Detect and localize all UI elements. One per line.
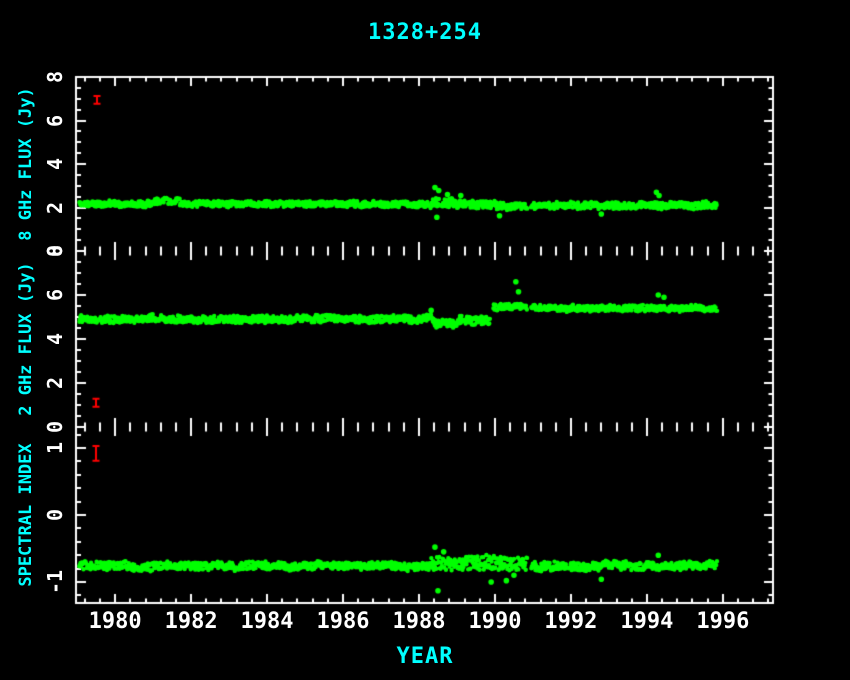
x-tick-label: 1990 [468,609,521,634]
y-tick-label: -1 [43,570,67,594]
x-tick-label: 1984 [241,609,294,634]
y-tick-label: 2 [43,377,67,389]
y-tick-label: 1 [43,442,67,454]
y-tick-label: 6 [43,289,67,301]
x-tick-label: 1982 [165,609,218,634]
plot-title: 1328+254 [0,20,850,45]
y-tick-label: 8 [43,71,67,83]
x-tick-label: 1992 [544,609,597,634]
x-tick-label: 1988 [392,609,445,634]
y-tick-label: 2 [43,201,67,213]
y-tick-label: 4 [43,333,67,345]
x-tick-label: 1986 [317,609,370,634]
y-tick-label: 0 [43,509,67,521]
y-tick-label: 6 [43,114,67,126]
plot-canvas [0,0,850,680]
y-tick-label: 0 [43,421,67,433]
x-tick-label: 1994 [620,609,673,634]
x-tick-label: 1980 [89,609,142,634]
x-tick-label: 1996 [696,609,749,634]
y-axis-label-spectral-index: SPECTRAL INDEX [16,355,36,675]
light-curve-figure: 1328+254 8 GHz FLUX (Jy) 2 GHz FLUX (Jy)… [0,0,850,680]
x-axis-label-year: YEAR [0,644,850,669]
y-tick-label: 4 [43,158,67,170]
y-tick-label: 8 [43,245,67,257]
